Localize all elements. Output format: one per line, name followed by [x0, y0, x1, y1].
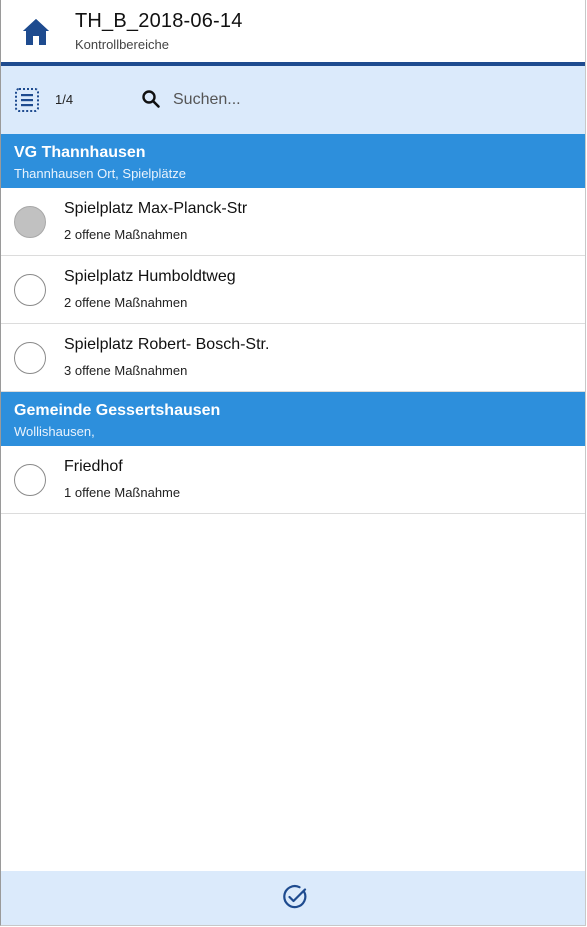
search-icon[interactable] [141, 89, 161, 109]
group-title: Gemeinde Gessertshausen [14, 402, 221, 419]
list-toggle-button[interactable] [14, 87, 40, 113]
selection-radio[interactable] [14, 206, 46, 238]
item-open-measures: 3 offene Maßnahmen [64, 363, 188, 378]
search-input[interactable] [171, 84, 555, 116]
toolbar: 1/4 [1, 66, 585, 134]
page-subtitle: Kontrollbereiche [75, 37, 169, 52]
item-name: Spielplatz Robert- Bosch-Str. [64, 336, 270, 353]
control-area-list: VG Thannhausen Thannhausen Ort, Spielplä… [1, 134, 585, 514]
check-circle-icon [283, 885, 307, 909]
app-header: TH_B_2018-06-14 Kontrollbereiche [1, 0, 585, 66]
list-item[interactable]: Spielplatz Robert- Bosch-Str. 3 offene M… [1, 324, 585, 392]
list-item[interactable]: Spielplatz Humboldtweg 2 offene Maßnahme… [1, 256, 585, 324]
group-subtitle: Thannhausen Ort, Spielplätze [14, 166, 186, 181]
item-name: Spielplatz Humboldtweg [64, 268, 236, 285]
group-title: VG Thannhausen [14, 144, 146, 161]
list-icon [15, 88, 39, 112]
confirm-button[interactable] [281, 883, 309, 911]
home-button[interactable] [17, 13, 55, 51]
selection-radio[interactable] [14, 274, 46, 306]
group-subtitle: Wollishausen, [14, 424, 95, 439]
item-open-measures: 2 offene Maßnahmen [64, 227, 188, 242]
app-frame: TH_B_2018-06-14 Kontrollbereiche 1/4 VG … [0, 0, 586, 926]
list-item[interactable]: Spielplatz Max-Planck-Str 2 offene Maßna… [1, 188, 585, 256]
home-icon [23, 19, 49, 45]
bottom-action-bar [1, 871, 585, 925]
page-counter: 1/4 [55, 92, 74, 107]
item-name: Spielplatz Max-Planck-Str [64, 200, 248, 217]
selection-radio[interactable] [14, 464, 46, 496]
selection-radio[interactable] [14, 342, 46, 374]
list-item[interactable]: Friedhof 1 offene Maßnahme [1, 446, 585, 514]
item-open-measures: 1 offene Maßnahme [64, 485, 181, 500]
item-name: Friedhof [64, 458, 123, 475]
group-header: VG Thannhausen Thannhausen Ort, Spielplä… [1, 134, 585, 188]
group-header: Gemeinde Gessertshausen Wollishausen, [1, 392, 585, 446]
page-title: TH_B_2018-06-14 [75, 10, 243, 32]
item-open-measures: 2 offene Maßnahmen [64, 295, 188, 310]
